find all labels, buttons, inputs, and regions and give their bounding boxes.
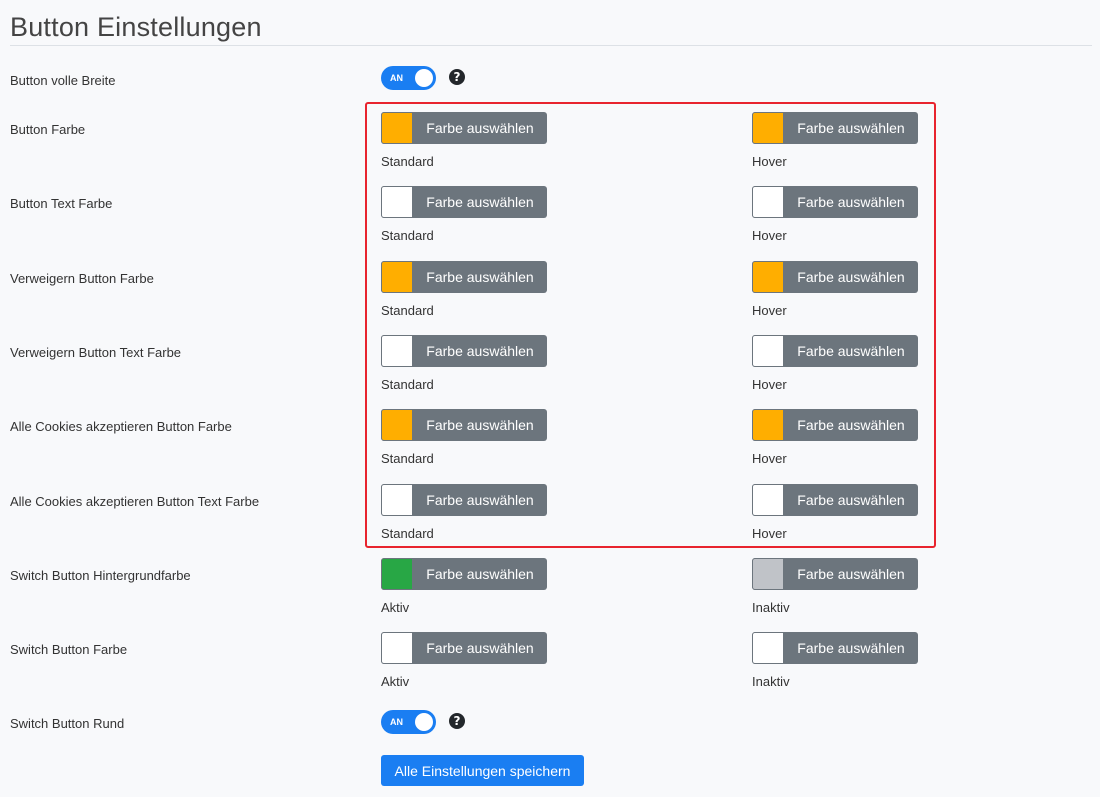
switch-round-help-icon[interactable]: ? xyxy=(449,713,465,729)
color-swatch xyxy=(752,335,784,367)
page-title: Button Einstellungen xyxy=(10,12,262,42)
color-picker-label: Farbe auswählen xyxy=(797,417,905,433)
color-swatch xyxy=(381,186,413,218)
color-picker-button[interactable]: Farbe auswählen xyxy=(752,186,918,218)
color-picker-caption: Standard xyxy=(381,377,434,392)
color-swatch xyxy=(381,484,413,516)
color-picker-caption: Hover xyxy=(752,377,787,392)
color-picker-label: Farbe auswählen xyxy=(797,492,905,508)
color-swatch xyxy=(752,409,784,441)
color-swatch xyxy=(381,558,413,590)
color-picker-label: Farbe auswählen xyxy=(797,640,905,656)
color-picker-label: Farbe auswählen xyxy=(426,566,534,582)
toggle-knob xyxy=(415,713,433,731)
color-swatch xyxy=(752,632,784,664)
color-swatch xyxy=(381,409,413,441)
switch-round-toggle-state: AN xyxy=(390,717,403,727)
toggle-knob xyxy=(415,69,433,87)
color-row-label: Switch Button Hintergrundfarbe xyxy=(10,568,191,583)
color-picker-label: Farbe auswählen xyxy=(797,566,905,582)
color-picker-button[interactable]: Farbe auswählen xyxy=(752,409,918,441)
color-picker-caption: Standard xyxy=(381,526,434,541)
highlight-box xyxy=(365,102,936,548)
color-swatch xyxy=(752,558,784,590)
color-picker-label: Farbe auswählen xyxy=(426,640,534,656)
color-picker-button[interactable]: Farbe auswählen xyxy=(752,261,918,293)
color-swatch xyxy=(752,186,784,218)
color-picker-caption: Inaktiv xyxy=(752,600,790,615)
color-row-label: Button Text Farbe xyxy=(10,196,113,211)
color-picker-label: Farbe auswählen xyxy=(797,120,905,136)
color-picker-label: Farbe auswählen xyxy=(797,194,905,210)
color-picker-label: Farbe auswählen xyxy=(426,269,534,285)
color-row-label: Verweigern Button Text Farbe xyxy=(10,345,182,360)
color-picker-button[interactable]: Farbe auswählen xyxy=(381,112,547,144)
color-picker-button[interactable]: Farbe auswählen xyxy=(381,484,547,516)
color-row-label: Verweigern Button Farbe xyxy=(10,271,154,286)
color-picker-button[interactable]: Farbe auswählen xyxy=(381,558,547,590)
color-picker-label: Farbe auswählen xyxy=(426,417,534,433)
color-picker-label: Farbe auswählen xyxy=(426,492,534,508)
color-picker-button[interactable]: Farbe auswählen xyxy=(381,632,547,664)
full-width-toggle-state: AN xyxy=(390,73,403,83)
color-picker-button[interactable]: Farbe auswählen xyxy=(752,558,918,590)
color-picker-caption: Aktiv xyxy=(381,674,410,689)
full-width-toggle[interactable]: AN xyxy=(381,66,436,90)
color-swatch xyxy=(381,335,413,367)
color-picker-button[interactable]: Farbe auswählen xyxy=(381,335,547,367)
color-picker-button[interactable]: Farbe auswählen xyxy=(752,335,918,367)
color-picker-caption: Hover xyxy=(752,228,787,243)
color-picker-label: Farbe auswählen xyxy=(426,120,534,136)
full-width-label: Button volle Breite xyxy=(10,73,116,88)
color-picker-caption: Standard xyxy=(381,228,434,243)
color-picker-caption: Standard xyxy=(381,154,434,169)
switch-round-toggle[interactable]: AN xyxy=(381,710,436,734)
color-swatch xyxy=(752,112,784,144)
color-picker-button[interactable]: Farbe auswählen xyxy=(381,186,547,218)
color-picker-label: Farbe auswählen xyxy=(426,194,534,210)
full-width-help-icon[interactable]: ? xyxy=(449,69,465,85)
color-picker-caption: Hover xyxy=(752,303,787,318)
title-divider xyxy=(10,45,1092,46)
color-swatch xyxy=(752,484,784,516)
color-picker-button[interactable]: Farbe auswählen xyxy=(752,484,918,516)
color-picker-button[interactable]: Farbe auswählen xyxy=(381,261,547,293)
color-row-label: Alle Cookies akzeptieren Button Farbe xyxy=(10,419,232,434)
color-picker-caption: Hover xyxy=(752,451,787,466)
color-picker-button[interactable]: Farbe auswählen xyxy=(752,112,918,144)
color-picker-caption: Hover xyxy=(752,154,787,169)
color-picker-label: Farbe auswählen xyxy=(797,269,905,285)
color-row-label: Alle Cookies akzeptieren Button Text Far… xyxy=(10,494,260,509)
save-all-settings-button[interactable]: Alle Einstellungen speichern xyxy=(381,755,584,786)
color-picker-label: Farbe auswählen xyxy=(426,343,534,359)
color-row-label: Button Farbe xyxy=(10,122,86,137)
color-picker-caption: Standard xyxy=(381,451,434,466)
color-swatch xyxy=(381,632,413,664)
color-swatch xyxy=(381,261,413,293)
color-swatch xyxy=(752,261,784,293)
color-picker-caption: Hover xyxy=(752,526,787,541)
settings-page: Button Einstellungen Button volle Breite… xyxy=(0,0,1100,797)
color-picker-label: Farbe auswählen xyxy=(797,343,905,359)
color-picker-button[interactable]: Farbe auswählen xyxy=(381,409,547,441)
color-swatch xyxy=(381,112,413,144)
color-row-label: Switch Button Farbe xyxy=(10,642,128,657)
color-picker-button[interactable]: Farbe auswählen xyxy=(752,632,918,664)
color-picker-caption: Standard xyxy=(381,303,434,318)
color-picker-caption: Inaktiv xyxy=(752,674,790,689)
color-picker-caption: Aktiv xyxy=(381,600,410,615)
switch-round-label: Switch Button Rund xyxy=(10,716,125,731)
